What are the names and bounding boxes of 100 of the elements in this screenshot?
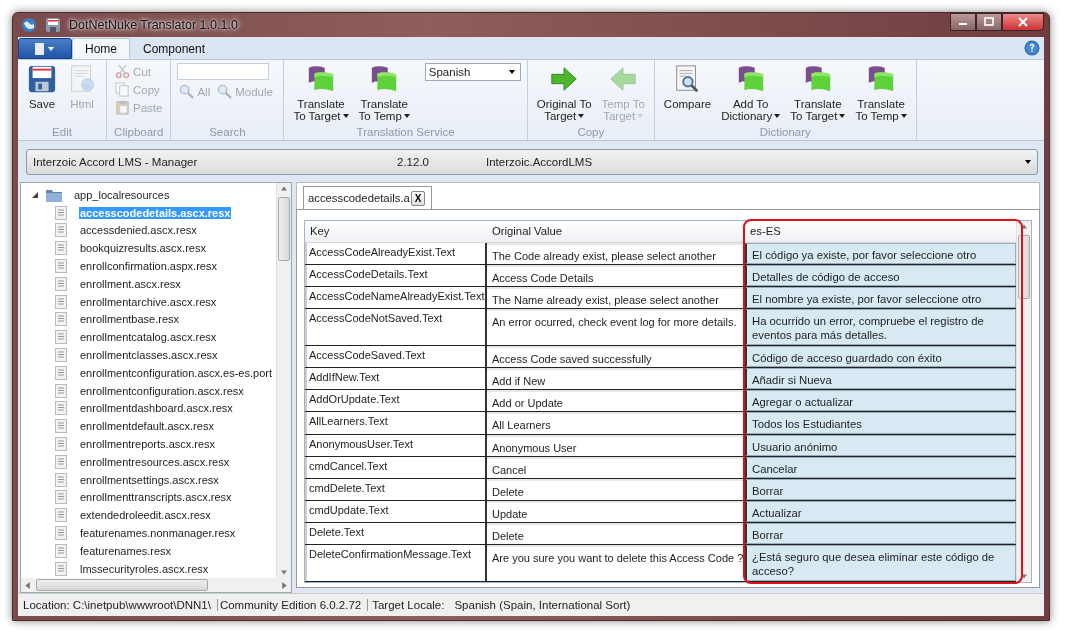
file-icon	[55, 365, 67, 380]
translation-field[interactable]: Usuario anónimo	[745, 434, 1016, 456]
window-title: DotNetNuke Translator 1.0.1.0	[69, 18, 238, 32]
caret-icon	[508, 70, 515, 74]
tree-item[interactable]: app_localresources	[73, 188, 171, 201]
table-cell: Access Code saved successfully	[487, 346, 745, 368]
ribbon-button[interactable]: Translate To Temp	[852, 63, 910, 126]
file-icon	[55, 526, 67, 541]
table-cell: Access Code Details	[487, 265, 745, 287]
scroll-right-icon[interactable]	[282, 581, 287, 589]
component-dropdown[interactable]: Interzoic Accord LMS - Manager 2.12.0 Interzoic.AccordLMS	[26, 149, 1038, 175]
scroll-down-icon[interactable]	[281, 570, 287, 575]
file-icon	[55, 223, 67, 238]
tree-item[interactable]: enrollmentreports.ascx.resx	[79, 438, 217, 451]
scroll-left-icon[interactable]	[25, 581, 30, 589]
translation-field[interactable]: Código de acceso guardado con éxito	[745, 346, 1016, 368]
ribbon-button[interactable]: Translate To Target	[290, 63, 352, 126]
status-text: Community Edition 6.0.2.72	[217, 599, 369, 611]
close-button[interactable]	[1002, 13, 1044, 31]
translation-field[interactable]: Borrar	[745, 523, 1016, 545]
table-cell: AccessCodeDetails.Text	[305, 265, 487, 287]
translation-field[interactable]: ¿Está seguro que desea eliminar este código de acceso?	[745, 545, 1016, 581]
status-label: Target Locale:	[372, 599, 445, 611]
tree-item[interactable]: extendedroleedit.ascx.resx	[79, 509, 212, 522]
save-icon[interactable]	[45, 17, 61, 33]
translation-field[interactable]: Actualizar	[745, 500, 1016, 522]
language-dropdown[interactable]: Spanish	[424, 63, 521, 81]
tree-item[interactable]: enrollconfirmation.aspx.resx	[79, 260, 218, 273]
tree-item[interactable]: enrollmentclasses.ascx.resx	[79, 349, 219, 362]
table-cell: All Learners	[487, 412, 745, 434]
translation-field[interactable]: Añadir si Nueva	[745, 368, 1016, 390]
ribbon-tab[interactable]: Component	[130, 38, 219, 59]
tree-item[interactable]: featurenames.resx	[79, 544, 173, 557]
expand-icon[interactable]	[31, 190, 39, 199]
translation-field[interactable]: Agregar o actualizar	[745, 390, 1016, 412]
scroll-down-icon[interactable]	[1021, 574, 1027, 579]
application-menu-button[interactable]	[18, 38, 72, 59]
translation-field[interactable]: El código ya existe, por favor seleccione otro	[745, 242, 1016, 265]
maximize-button[interactable]	[976, 13, 1002, 31]
table-cell: The Code already exist, please select another	[487, 242, 745, 265]
group-label: Copy	[577, 126, 605, 138]
tree-item[interactable]: enrollmenttranscripts.ascx.resx	[79, 491, 233, 504]
ribbon-button[interactable]: Translate To Target	[787, 63, 849, 126]
translation-field[interactable]: Todos los Estudiantes	[745, 412, 1016, 434]
search-field[interactable]	[177, 63, 270, 80]
caret-icon	[637, 114, 644, 118]
scrollbar[interactable]	[276, 183, 291, 578]
table-cell: AccessCodeSaved.Text	[305, 346, 487, 368]
scroll-thumb[interactable]	[36, 579, 208, 591]
tree-item[interactable]: enrollment.ascx.resx	[79, 277, 182, 290]
translation-field[interactable]: El nombre ya existe, por favor seleccione otro	[745, 287, 1016, 309]
tree-item[interactable]: enrollmentcatalog.ascx.resx	[79, 331, 218, 344]
button-label: Html	[70, 98, 94, 110]
group-label: Edit	[52, 126, 72, 138]
tree-item[interactable]: enrollmentbase.resx	[79, 313, 181, 326]
tree-item[interactable]: enrollmentdefault.ascx.resx	[79, 420, 215, 433]
scrollbar[interactable]	[21, 578, 291, 592]
tree-item[interactable]: enrollmentconfiguration.ascx.es-es.port	[79, 366, 273, 379]
translation-field[interactable]: Detalles de código de acceso	[745, 265, 1016, 287]
scissors-icon	[115, 64, 130, 79]
translation-field[interactable]: Ha ocurrido un error, compruebe el registro de eventos para más detalles.	[745, 309, 1016, 346]
column-header[interactable]: Key	[305, 221, 487, 242]
column-header[interactable]: Original Value	[487, 221, 745, 242]
translation-field[interactable]: Cancelar	[745, 456, 1016, 478]
ribbon-tab[interactable]: Home	[72, 38, 130, 59]
search-icon	[179, 84, 195, 99]
tree-item[interactable]: lmssecurityroles.ascx.resx	[79, 562, 210, 575]
tree-item[interactable]: accessdenied.ascx.resx	[79, 224, 198, 237]
ribbon-button[interactable]: Compare	[660, 63, 715, 126]
ribbon-button[interactable]: Add To Dictionary	[718, 63, 784, 126]
button-label: Translate	[297, 98, 345, 110]
tree-item[interactable]: enrollmentarchive.ascx.resx	[79, 295, 218, 308]
file-icon	[55, 330, 67, 345]
table-cell: Delete	[487, 478, 745, 500]
ribbon-button[interactable]: Translate To Temp	[355, 63, 413, 126]
document-tab[interactable]: accesscodedetails.a X	[303, 186, 433, 209]
file-icon	[55, 312, 67, 327]
tree-item[interactable]: bookquizresults.ascx.resx	[79, 242, 207, 255]
minimize-button[interactable]	[950, 13, 976, 31]
file-icon	[55, 205, 67, 220]
tree-item[interactable]: featurenames.nonmanager.resx	[79, 527, 237, 540]
tree-item[interactable]: enrollmentconfiguration.ascx.resx	[79, 384, 245, 397]
translation-field[interactable]: Borrar	[745, 478, 1016, 500]
tree-item[interactable]: enrollmentsettings.ascx.resx	[79, 473, 220, 486]
button-label: Translate	[360, 98, 408, 110]
button-label: Add To	[732, 98, 769, 110]
tree-item[interactable]: enrollmentresources.ascx.resx	[79, 455, 231, 468]
table-cell: AccessCodeAlreadyExist.Text	[305, 242, 487, 265]
close-tab-button[interactable]: X	[410, 190, 426, 206]
column-header[interactable]: es-ES	[745, 221, 1016, 242]
tree-item[interactable]: enrollmentdashboard.ascx.resx	[79, 402, 234, 415]
scroll-thumb[interactable]	[278, 197, 290, 261]
scroll-up-icon[interactable]	[281, 186, 287, 191]
scroll-up-icon[interactable]	[1021, 224, 1027, 229]
file-icon	[55, 383, 67, 398]
flag-icon	[866, 64, 896, 94]
copy-icon	[115, 82, 130, 97]
ribbon-button[interactable]: Original To Target	[533, 63, 595, 126]
ribbon-button[interactable]: Save	[24, 63, 60, 126]
help-icon[interactable]	[1024, 40, 1040, 56]
